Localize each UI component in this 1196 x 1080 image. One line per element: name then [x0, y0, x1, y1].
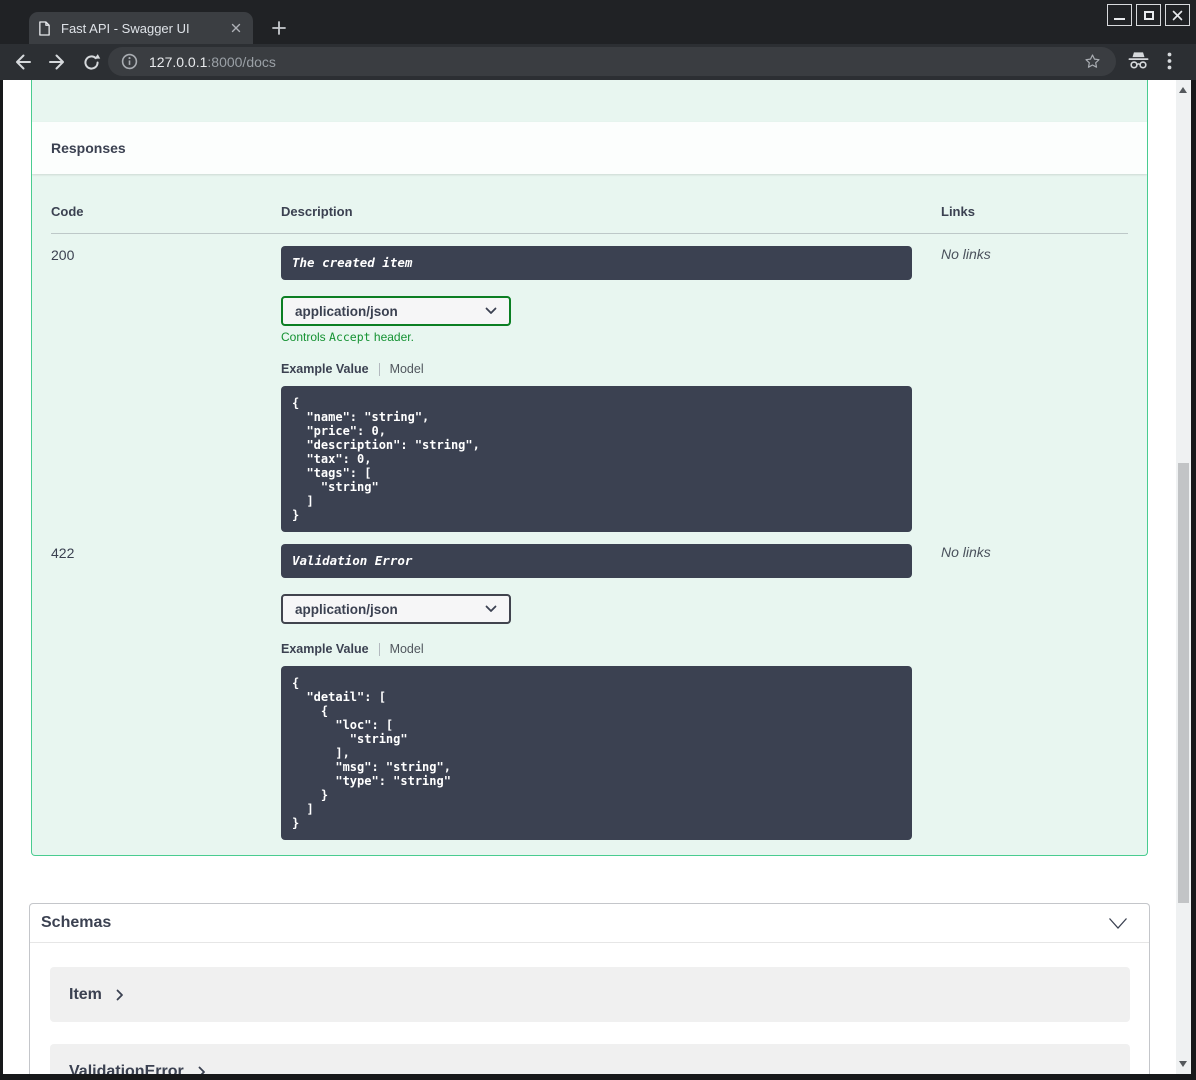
tab-divider [378, 362, 380, 376]
scroll-down-arrow-icon[interactable] [1179, 1061, 1187, 1067]
accept-note-prefix: Controls [281, 330, 330, 344]
tab-example-value[interactable]: Example Value [281, 362, 369, 376]
example-json-200: { "name": "string", "price": 0, "descrip… [281, 386, 912, 532]
model-item[interactable]: Item [50, 967, 1130, 1022]
response-row-422: 422 Validation Error application/json Ex… [51, 532, 1128, 840]
example-model-tabs: Example Value Model [281, 642, 941, 656]
document-icon [38, 20, 51, 36]
opblock-spacer [32, 80, 1147, 122]
responses-section-header: Responses [32, 122, 1147, 174]
chevron-down-icon [485, 307, 497, 315]
scrollbar-thumb[interactable] [1178, 463, 1189, 903]
reload-icon [83, 53, 100, 70]
responses-table: Code Description Links 200 The created i… [32, 174, 1147, 840]
window-controls [1107, 4, 1190, 26]
address-bar[interactable]: 127.0.0.1:8000/docs [108, 47, 1116, 76]
response-code: 422 [51, 545, 75, 561]
back-icon [16, 54, 31, 70]
model-name: ValidationError [69, 1062, 184, 1075]
back-button[interactable] [7, 47, 39, 77]
media-type-select-422[interactable]: application/json [281, 594, 511, 624]
info-icon[interactable] [121, 53, 138, 70]
url-text[interactable]: 127.0.0.1:8000/docs [149, 54, 1083, 70]
responses-title: Responses [51, 140, 126, 156]
response-description-box: The created item [281, 246, 912, 280]
schemas-body: Item ValidationError [30, 943, 1149, 1074]
response-code: 200 [51, 247, 75, 263]
schemas-title: Schemas [41, 914, 112, 931]
minimize-button[interactable] [1107, 4, 1132, 26]
browser-titlebar: Fast API - Swagger UI [0, 0, 1196, 44]
tab-model[interactable]: Model [390, 642, 424, 656]
accept-note-code: Accept [329, 330, 371, 344]
response-row-200: 200 The created item application/json Co… [51, 234, 1128, 532]
col-header-links: Links [941, 204, 975, 219]
chevron-right-icon [116, 989, 124, 1001]
bookmark-star-icon[interactable] [1083, 52, 1102, 71]
menu-dots-icon[interactable] [1167, 52, 1172, 70]
chevron-right-icon [198, 1066, 206, 1074]
response-links: No links [941, 246, 991, 262]
response-description-box: Validation Error [281, 544, 912, 578]
forward-icon [49, 54, 64, 70]
media-type-select-200[interactable]: application/json [281, 296, 511, 326]
close-button[interactable] [1165, 4, 1190, 26]
model-name: Item [69, 985, 102, 1003]
reload-button[interactable] [75, 47, 107, 77]
responses-opblock: Responses Code Description Links 200 The… [31, 80, 1148, 856]
responses-table-header: Code Description Links [51, 174, 1128, 234]
maximize-button[interactable] [1136, 4, 1161, 26]
browser-tab[interactable]: Fast API - Swagger UI [29, 12, 253, 44]
tab-title: Fast API - Swagger UI [61, 20, 190, 36]
accept-note-suffix: header. [370, 330, 414, 344]
tab-close-icon[interactable] [229, 21, 243, 35]
forward-button[interactable] [41, 47, 73, 77]
example-model-tabs: Example Value Model [281, 362, 941, 376]
new-tab-button[interactable] [268, 17, 290, 39]
page-content: Responses Code Description Links 200 The… [3, 80, 1191, 1074]
incognito-icon [1127, 51, 1150, 70]
close-icon [1172, 10, 1183, 20]
schemas-section: Schemas Item ValidationError [29, 903, 1150, 1074]
example-json-422: { "detail": [ { "loc": [ "string" ], "ms… [281, 666, 912, 840]
col-header-code: Code [51, 204, 84, 219]
chevron-down-icon [485, 605, 497, 613]
col-header-description: Description [281, 204, 353, 219]
url-path: :8000/docs [207, 53, 276, 70]
accept-header-note: Controls Accept header. [281, 330, 941, 344]
tab-model[interactable]: Model [390, 362, 424, 376]
chevron-down-icon[interactable] [1108, 917, 1128, 930]
scroll-up-arrow-icon[interactable] [1179, 87, 1187, 93]
page-scrollbar[interactable] [1176, 80, 1191, 1074]
minimize-icon [1114, 18, 1125, 20]
media-type-value: application/json [295, 601, 398, 617]
schemas-header[interactable]: Schemas [30, 904, 1149, 943]
maximize-icon [1143, 10, 1154, 20]
response-links: No links [941, 544, 991, 560]
tab-divider [378, 642, 380, 656]
response-description-cell: Validation Error application/json Exampl… [281, 532, 941, 840]
model-validationerror[interactable]: ValidationError [50, 1044, 1130, 1074]
media-type-value: application/json [295, 303, 398, 319]
tab-example-value[interactable]: Example Value [281, 642, 369, 656]
url-host: 127.0.0.1 [149, 53, 208, 70]
response-description-cell: The created item application/json Contro… [281, 234, 941, 532]
